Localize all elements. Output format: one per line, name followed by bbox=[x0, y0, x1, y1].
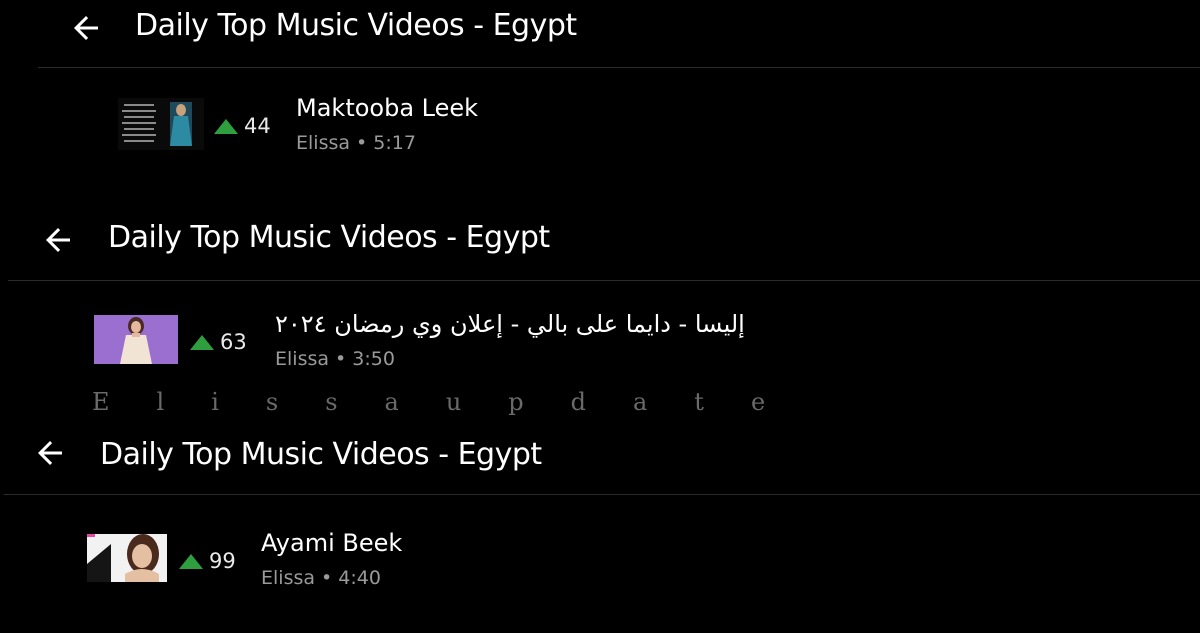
chart-panel-2: Daily Top Music Videos - Egypt 63 إليسا … bbox=[0, 212, 1200, 402]
rank-number: 99 bbox=[209, 549, 236, 573]
trend-up-icon bbox=[179, 553, 203, 569]
rank-change: 63 bbox=[190, 330, 247, 354]
page-title: Daily Top Music Videos - Egypt bbox=[135, 8, 577, 43]
video-thumbnail[interactable] bbox=[87, 534, 167, 582]
video-list-item[interactable]: 44 Maktooba Leek Elissa • 5:17 bbox=[118, 94, 718, 164]
chart-panel-1: Daily Top Music Videos - Egypt 44 Maktoo… bbox=[0, 0, 1200, 200]
panel-header: Daily Top Music Videos - Egypt bbox=[0, 0, 1200, 60]
video-title: Ayami Beek bbox=[261, 529, 403, 557]
panel-header: Daily Top Music Videos - Egypt bbox=[0, 212, 1200, 272]
rank-number: 44 bbox=[244, 114, 271, 138]
back-arrow-icon[interactable] bbox=[40, 222, 76, 258]
video-meta: Elissa • 3:50 bbox=[275, 348, 395, 370]
chart-panel-3: Daily Top Music Videos - Egypt 99 Ayami … bbox=[0, 427, 1200, 633]
video-list-item[interactable]: 63 إليسا - دايما على بالي - إعلان وي رمض… bbox=[94, 310, 794, 380]
trend-up-icon bbox=[190, 334, 214, 350]
back-arrow-icon[interactable] bbox=[32, 435, 68, 471]
video-title: Maktooba Leek bbox=[296, 94, 479, 122]
video-list-item[interactable]: 99 Ayami Beek Elissa • 4:40 bbox=[87, 529, 687, 599]
page-title: Daily Top Music Videos - Egypt bbox=[108, 220, 550, 255]
trend-up-icon bbox=[214, 118, 238, 134]
screenshot-collage: Daily Top Music Videos - Egypt 44 Maktoo… bbox=[0, 0, 1200, 633]
header-divider bbox=[4, 494, 1200, 495]
header-divider bbox=[8, 280, 1200, 281]
video-meta: Elissa • 5:17 bbox=[296, 132, 416, 154]
rank-number: 63 bbox=[220, 330, 247, 354]
video-meta: Elissa • 4:40 bbox=[261, 567, 381, 589]
page-title: Daily Top Music Videos - Egypt bbox=[100, 437, 542, 472]
watermark-text: Elissaupdate bbox=[92, 388, 813, 416]
header-divider bbox=[38, 67, 1200, 68]
rank-change: 99 bbox=[179, 549, 236, 573]
video-thumbnail[interactable] bbox=[94, 315, 178, 364]
video-thumbnail[interactable] bbox=[118, 98, 204, 150]
back-arrow-icon[interactable] bbox=[68, 10, 104, 46]
video-title: إليسا - دايما على بالي - إعلان وي رمضان … bbox=[275, 310, 745, 338]
panel-header: Daily Top Music Videos - Egypt bbox=[0, 427, 1200, 487]
rank-change: 44 bbox=[214, 114, 271, 138]
